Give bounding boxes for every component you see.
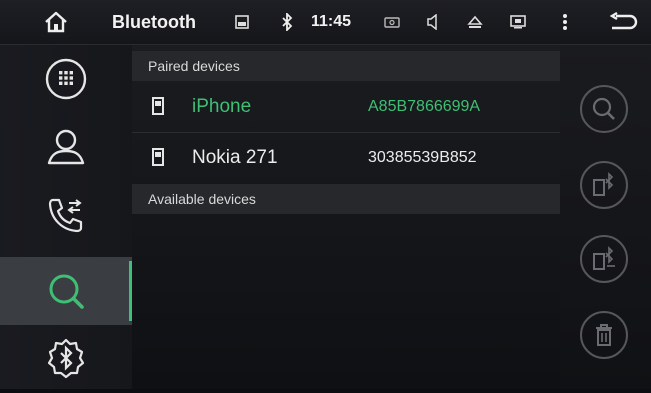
back-icon[interactable] [606, 0, 640, 44]
sidebar [0, 45, 132, 389]
paired-devices-header: Paired devices [132, 51, 560, 81]
delete-icon [596, 324, 612, 346]
eject-icon[interactable] [465, 0, 485, 44]
paired-device-row[interactable]: Nokia 271 30385539B852 [132, 134, 560, 182]
display-icon[interactable] [508, 0, 528, 44]
bluetooth-icon [277, 0, 297, 44]
phone-icon [152, 97, 164, 115]
search-devices-icon [49, 274, 84, 309]
available-devices-list [132, 214, 560, 389]
phone-icon [152, 148, 164, 166]
device-name: Nokia 271 [192, 147, 278, 168]
camera-icon [382, 0, 402, 44]
disconnect-icon [593, 246, 615, 270]
call-log-icon [48, 198, 83, 233]
clock: 11:45 [311, 13, 352, 30]
search-button[interactable] [580, 85, 628, 133]
connect-icon [593, 172, 614, 196]
sidebar-item-dialpad[interactable] [0, 45, 132, 113]
disconnect-button[interactable] [580, 235, 628, 283]
delete-button[interactable] [580, 311, 628, 359]
paired-device-row[interactable]: iPhone A85B7866699A [132, 83, 560, 131]
status-bar: Bluetooth 11:45 [0, 0, 651, 45]
connect-button[interactable] [580, 161, 628, 209]
sidebar-item-contacts[interactable] [0, 113, 132, 181]
divider [132, 132, 560, 133]
device-name: iPhone [192, 96, 252, 117]
search-icon [592, 97, 615, 120]
page-title: Bluetooth [112, 11, 196, 32]
dialpad-icon [45, 58, 87, 100]
sidebar-item-search-devices[interactable] [0, 257, 132, 325]
sidebar-item-bluetooth-settings[interactable] [0, 325, 132, 393]
sidebar-item-call-log[interactable] [0, 181, 132, 249]
contacts-icon [47, 129, 85, 165]
device-list-panel: Paired devices iPhone A85B7866699A Nokia… [132, 45, 560, 389]
home-icon[interactable] [38, 0, 74, 44]
device-address: 30385539B852 [368, 149, 477, 166]
action-bar [560, 45, 651, 389]
device-address: A85B7866699A [368, 98, 481, 115]
bluetooth-settings-icon [47, 338, 85, 379]
volume-icon[interactable] [424, 0, 444, 44]
available-devices-header: Available devices [132, 184, 560, 214]
more-icon[interactable] [558, 0, 572, 44]
screen-icon [232, 0, 252, 44]
